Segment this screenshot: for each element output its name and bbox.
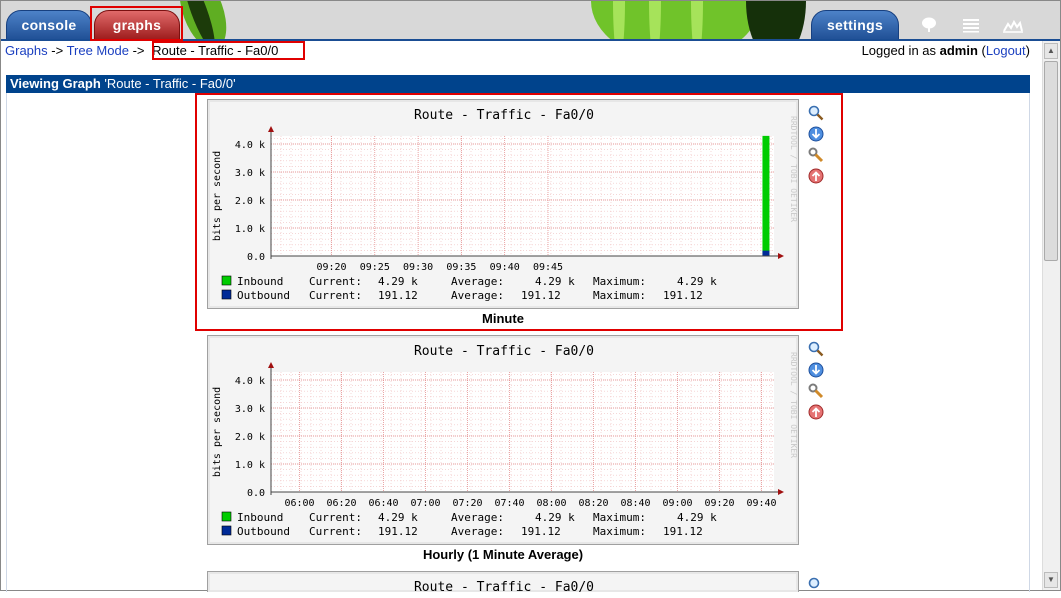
scroll-thumb[interactable] (1044, 61, 1058, 261)
zoom-icon[interactable] (808, 105, 824, 121)
breadcrumb-tree-mode-link[interactable]: Tree Mode (67, 43, 129, 58)
decor-leaf-edge (746, 1, 806, 39)
x-tick-label: 06:00 (284, 498, 314, 509)
legend-outbound-average-label: Average: (451, 525, 504, 538)
scroll-down-button[interactable]: ▼ (1044, 572, 1058, 588)
export-icon[interactable] (808, 126, 824, 142)
graph-actions-hourly (808, 341, 826, 425)
x-axis-arrow (778, 489, 784, 495)
decor-leaf-stripe (649, 1, 661, 39)
viewing-graph-header: Viewing Graph 'Route - Traffic - Fa0/0' (6, 75, 1030, 93)
x-tick-label: 09:40 (746, 498, 776, 509)
login-paren-open: ( (977, 43, 986, 58)
top-icon[interactable] (808, 168, 824, 184)
y-axis-arrow (268, 362, 274, 368)
legend-inbound-average-label: Average: (451, 511, 504, 524)
vertical-scrollbar[interactable]: ▲ ▼ (1042, 41, 1060, 590)
legend-swatch-inbound (221, 511, 232, 522)
legend-inbound-current-label: Current: (309, 511, 362, 524)
graph-title: Route - Traffic - Fa0/0 (414, 580, 594, 593)
list-icon (962, 19, 980, 36)
graph-image-hourly[interactable]: Route - Traffic - Fa0/0 bits per second … (207, 335, 799, 545)
top-icon[interactable] (808, 404, 824, 420)
legend-inbound-average: 4.29 k (535, 511, 575, 524)
x-tick-label: 08:20 (578, 498, 608, 509)
preview-icon (1003, 19, 1023, 36)
graph-actions-daily (808, 577, 826, 598)
login-paren-close: ) (1025, 43, 1030, 58)
decor-leaf-stripe (691, 1, 703, 39)
breadcrumb-graphs-link[interactable]: Graphs (5, 43, 48, 58)
properties-icon[interactable] (808, 383, 824, 399)
y-tick-label: 0.0 (247, 488, 265, 499)
breadcrumb-separator: -> (128, 43, 149, 58)
plot-area (271, 372, 774, 492)
zoom-icon[interactable] (808, 341, 824, 357)
x-tick-label: 08:00 (536, 498, 566, 509)
legend-swatch-outbound (221, 525, 232, 536)
x-tick-label: 06:20 (326, 498, 356, 509)
x-tick-label: 07:20 (452, 498, 482, 509)
y-tick-label: 3.0 k (235, 404, 265, 415)
graph-caption-hourly: Hourly (1 Minute Average) (422, 547, 584, 562)
scroll-up-button[interactable]: ▲ (1044, 43, 1058, 59)
properties-icon[interactable] (808, 147, 824, 163)
decor-leaf-stripe (613, 1, 625, 39)
graph-actions-minute (808, 105, 826, 189)
graph-title: Route - Traffic - Fa0/0 (414, 344, 594, 359)
x-tick-label: 09:20 (704, 498, 734, 509)
legend-outbound-maximum-label: Maximum: (593, 525, 646, 538)
x-tick-label: 07:00 (410, 498, 440, 509)
legend-outbound-average: 191.12 (521, 525, 561, 538)
legend-outbound-name: Outbound (237, 525, 290, 538)
preview-view-tab[interactable] (992, 10, 1034, 39)
y-tick-label: 1.0 k (235, 460, 265, 471)
y-axis-label: bits per second (212, 387, 223, 477)
rrdtool-watermark: RRDTOOL / TOBI OETIKER (789, 352, 798, 458)
tab-console[interactable]: console (6, 10, 92, 39)
x-tick-label: 09:00 (662, 498, 692, 509)
viewing-graph-label: Viewing Graph (10, 76, 101, 91)
y-tick-label: 4.0 k (235, 376, 265, 387)
legend-inbound-maximum-label: Maximum: (593, 511, 646, 524)
legend-outbound-maximum: 191.12 (663, 525, 703, 538)
list-view-tab[interactable] (950, 10, 992, 39)
login-status: Logged in as admin (Logout) (862, 41, 1030, 60)
legend-outbound-current-label: Current: (309, 525, 362, 538)
legend-inbound-maximum: 4.29 k (677, 511, 717, 524)
x-tick-label: 07:40 (494, 498, 524, 509)
tree-icon (920, 17, 938, 36)
breadcrumb-separator: -> (47, 43, 67, 58)
tree-view-tab[interactable] (908, 10, 950, 39)
highlight-graphs-tab (90, 6, 183, 41)
viewing-graph-name: 'Route - Traffic - Fa0/0' (100, 76, 236, 91)
legend-inbound-name: Inbound (237, 511, 283, 524)
graph-plot-hourly: Route - Traffic - Fa0/0 bits per second … (212, 344, 798, 538)
highlight-minute-graph (195, 93, 843, 331)
logout-link[interactable]: Logout (986, 43, 1026, 58)
login-prefix: Logged in as (861, 43, 940, 58)
highlight-breadcrumb (152, 41, 305, 60)
legend-outbound-current: 191.12 (378, 525, 418, 538)
x-tick-label: 06:40 (368, 498, 398, 509)
tab-settings[interactable]: settings (811, 10, 899, 39)
legend-inbound-current: 4.29 k (378, 511, 418, 524)
export-icon[interactable] (808, 362, 824, 378)
graph-image-daily[interactable]: Route - Traffic - Fa0/0 (207, 571, 799, 593)
x-tick-label: 08:40 (620, 498, 650, 509)
login-user: admin (939, 43, 978, 58)
y-tick-label: 2.0 k (235, 432, 265, 443)
